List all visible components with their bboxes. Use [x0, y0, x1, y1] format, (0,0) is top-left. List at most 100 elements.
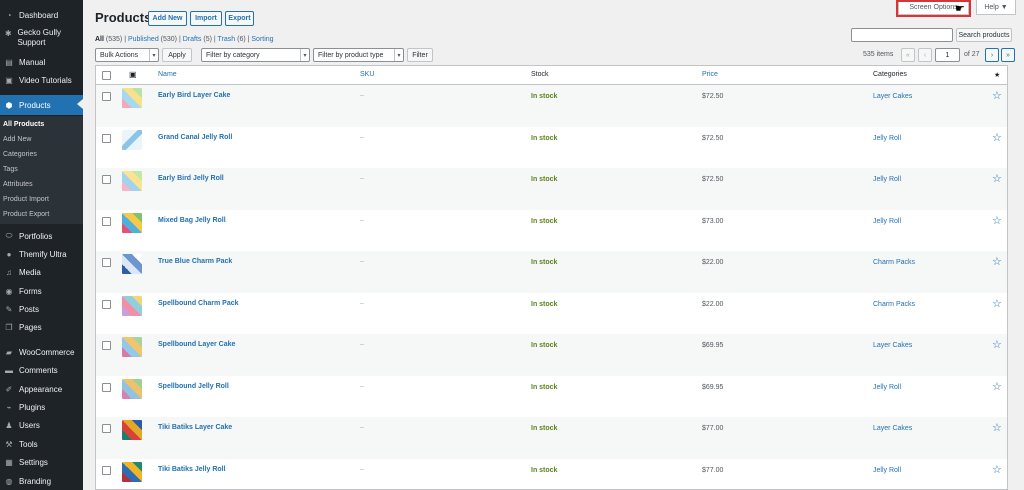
table-row[interactable]: True Blue Charm Pack – In stock $22.00 Charm… — [96, 251, 1007, 293]
column-header-name[interactable]: Name — [158, 71, 177, 78]
search-products-button[interactable]: Search products — [956, 28, 1012, 42]
submenu-item-all-products[interactable]: All Products — [3, 121, 44, 128]
featured-star-icon[interactable]: ☆ — [992, 297, 1002, 310]
product-category-link[interactable]: Jelly Roll — [873, 467, 901, 474]
sidebar-item-dashboard[interactable]: ◔ Dashboard — [0, 6, 83, 24]
featured-star-icon[interactable]: ☆ — [992, 463, 1002, 476]
column-header-sku[interactable]: SKU — [360, 71, 374, 78]
view-trash-link[interactable]: Trash (6) — [218, 36, 246, 43]
table-row[interactable]: Spellbound Layer Cake – In stock $69.95 Laye… — [96, 334, 1007, 376]
product-name-link[interactable]: Early Bird Layer Cake — [158, 92, 230, 99]
sidebar-item-users[interactable]: ♟ Users — [0, 416, 83, 434]
table-row[interactable]: Early Bird Jelly Roll – In stock $72.50 Jell… — [96, 168, 1007, 210]
sidebar-item-settings[interactable]: ▦ Settings — [0, 453, 83, 471]
sidebar-item-video-tutorials[interactable]: ▣ Video Tutorials — [0, 71, 83, 89]
sidebar-item-woocommerce[interactable]: ▰ WooCommerce — [0, 343, 83, 361]
apply-button[interactable]: Apply — [162, 48, 192, 62]
product-category-link[interactable]: Jelly Roll — [873, 218, 901, 225]
table-row[interactable]: Mixed Bag Jelly Roll – In stock $73.00 Jelly… — [96, 210, 1007, 252]
next-page-button[interactable]: › — [985, 48, 999, 62]
product-thumbnail[interactable] — [122, 337, 142, 357]
select-all-checkbox[interactable] — [102, 71, 111, 80]
category-filter-select[interactable]: Filter by category ▾ — [201, 48, 310, 62]
sidebar-item-comments[interactable]: ▬ Comments — [0, 361, 83, 379]
table-row[interactable]: Early Bird Layer Cake – In stock $72.50 Laye… — [96, 85, 1007, 127]
product-name-link[interactable]: Spellbound Jelly Roll — [158, 383, 229, 390]
prev-page-button[interactable]: ‹ — [918, 48, 932, 62]
product-name-link[interactable]: Tiki Batiks Layer Cake — [158, 424, 232, 431]
sidebar-item-themify-ultra[interactable]: ● Themify Ultra — [0, 245, 83, 263]
table-row[interactable]: Tiki Batiks Jelly Roll – In stock $77.00 Jel… — [96, 459, 1007, 490]
view-drafts-link[interactable]: Drafts (5) — [183, 36, 212, 43]
column-header-featured[interactable]: ★ — [994, 71, 1000, 79]
product-name-link[interactable]: Early Bird Jelly Roll — [158, 175, 224, 182]
product-category-link[interactable]: Layer Cakes — [873, 342, 912, 349]
product-category-link[interactable]: Charm Packs — [873, 259, 915, 266]
sidebar-item-forms[interactable]: ◉ Forms — [0, 282, 83, 300]
view-sorting-link[interactable]: Sorting — [251, 36, 273, 43]
view-all-link[interactable]: All (535) — [95, 36, 122, 43]
sidebar-item-tools[interactable]: ⚒ Tools — [0, 435, 83, 453]
row-checkbox[interactable] — [102, 92, 111, 101]
table-row[interactable]: Spellbound Charm Pack – In stock $22.00 Char… — [96, 293, 1007, 335]
product-category-link[interactable]: Charm Packs — [873, 301, 915, 308]
submenu-item-product-import[interactable]: Product Import — [3, 196, 49, 203]
product-category-link[interactable]: Layer Cakes — [873, 425, 912, 432]
column-header-price[interactable]: Price — [702, 71, 718, 78]
featured-star-icon[interactable]: ☆ — [992, 172, 1002, 185]
product-thumbnail[interactable] — [122, 88, 142, 108]
row-checkbox[interactable] — [102, 175, 111, 184]
product-thumbnail[interactable] — [122, 461, 142, 482]
row-checkbox[interactable] — [102, 133, 111, 143]
sidebar-item-appearance[interactable]: ✐ Appearance — [0, 380, 83, 398]
product-name-link[interactable]: Grand Canal Jelly Roll — [158, 134, 232, 141]
view-published-link[interactable]: Published (530) — [128, 36, 177, 43]
filter-button[interactable]: Filter — [407, 48, 433, 62]
product-thumbnail[interactable] — [122, 420, 142, 440]
sidebar-item-posts[interactable]: ✎ Posts — [0, 300, 83, 318]
product-name-link[interactable]: Tiki Batiks Jelly Roll — [158, 466, 226, 473]
featured-star-icon[interactable]: ☆ — [992, 89, 1002, 102]
product-category-link[interactable]: Jelly Roll — [873, 135, 901, 142]
product-category-link[interactable]: Jelly Roll — [873, 384, 901, 391]
featured-star-icon[interactable]: ☆ — [992, 255, 1002, 268]
sidebar-item-pages[interactable]: ❐ Pages — [0, 318, 83, 336]
product-name-link[interactable]: Mixed Bag Jelly Roll — [158, 217, 226, 224]
add-new-button[interactable]: Add New — [148, 11, 187, 26]
featured-star-icon[interactable]: ☆ — [992, 380, 1002, 393]
product-category-link[interactable]: Layer Cakes — [873, 93, 912, 100]
product-thumbnail[interactable] — [122, 254, 142, 274]
featured-star-icon[interactable]: ☆ — [992, 421, 1002, 434]
sidebar-item-gecko-gully-support[interactable]: ✱ Gecko Gully Support — [0, 25, 83, 55]
import-button[interactable]: Import — [190, 11, 222, 26]
row-checkbox[interactable] — [102, 382, 111, 392]
table-row[interactable]: Spellbound Jelly Roll – In stock $69.95 Jell… — [96, 376, 1007, 418]
product-thumbnail[interactable] — [122, 295, 142, 316]
featured-star-icon[interactable]: ☆ — [992, 131, 1002, 144]
submenu-item-tags[interactable]: Tags — [3, 166, 18, 173]
featured-star-icon[interactable]: ☆ — [992, 214, 1002, 227]
bulk-actions-select[interactable]: Bulk Actions ▾ — [95, 48, 159, 62]
row-checkbox[interactable] — [102, 258, 111, 267]
submenu-item-add-new[interactable]: Add New — [3, 136, 31, 143]
product-thumbnail[interactable] — [122, 129, 142, 150]
help-tab[interactable]: Help ▼ — [976, 0, 1016, 15]
sidebar-item-products[interactable]: ⬢ Products — [0, 95, 83, 115]
sidebar-item-media[interactable]: ♫ Media — [0, 263, 83, 281]
sidebar-item-portfolios[interactable]: ⬭ Portfolios — [0, 227, 83, 245]
first-page-button[interactable]: « — [901, 48, 915, 62]
submenu-item-product-export[interactable]: Product Export — [3, 211, 49, 218]
row-checkbox[interactable] — [102, 424, 111, 433]
sidebar-item-manual[interactable]: ▤ Manual — [0, 53, 83, 71]
product-thumbnail[interactable] — [122, 171, 142, 191]
product-category-link[interactable]: Jelly Roll — [873, 176, 901, 183]
row-checkbox[interactable] — [102, 299, 111, 309]
featured-star-icon[interactable]: ☆ — [992, 338, 1002, 351]
product-type-filter-select[interactable]: Filter by product type ▾ — [313, 48, 404, 62]
product-name-link[interactable]: Spellbound Charm Pack — [158, 300, 239, 307]
current-page-input[interactable]: 1 — [935, 48, 960, 62]
search-input[interactable] — [851, 28, 953, 42]
submenu-item-categories[interactable]: Categories — [3, 151, 37, 158]
row-checkbox[interactable] — [102, 216, 111, 226]
sidebar-item-branding[interactable]: ◍ Branding — [0, 472, 83, 490]
